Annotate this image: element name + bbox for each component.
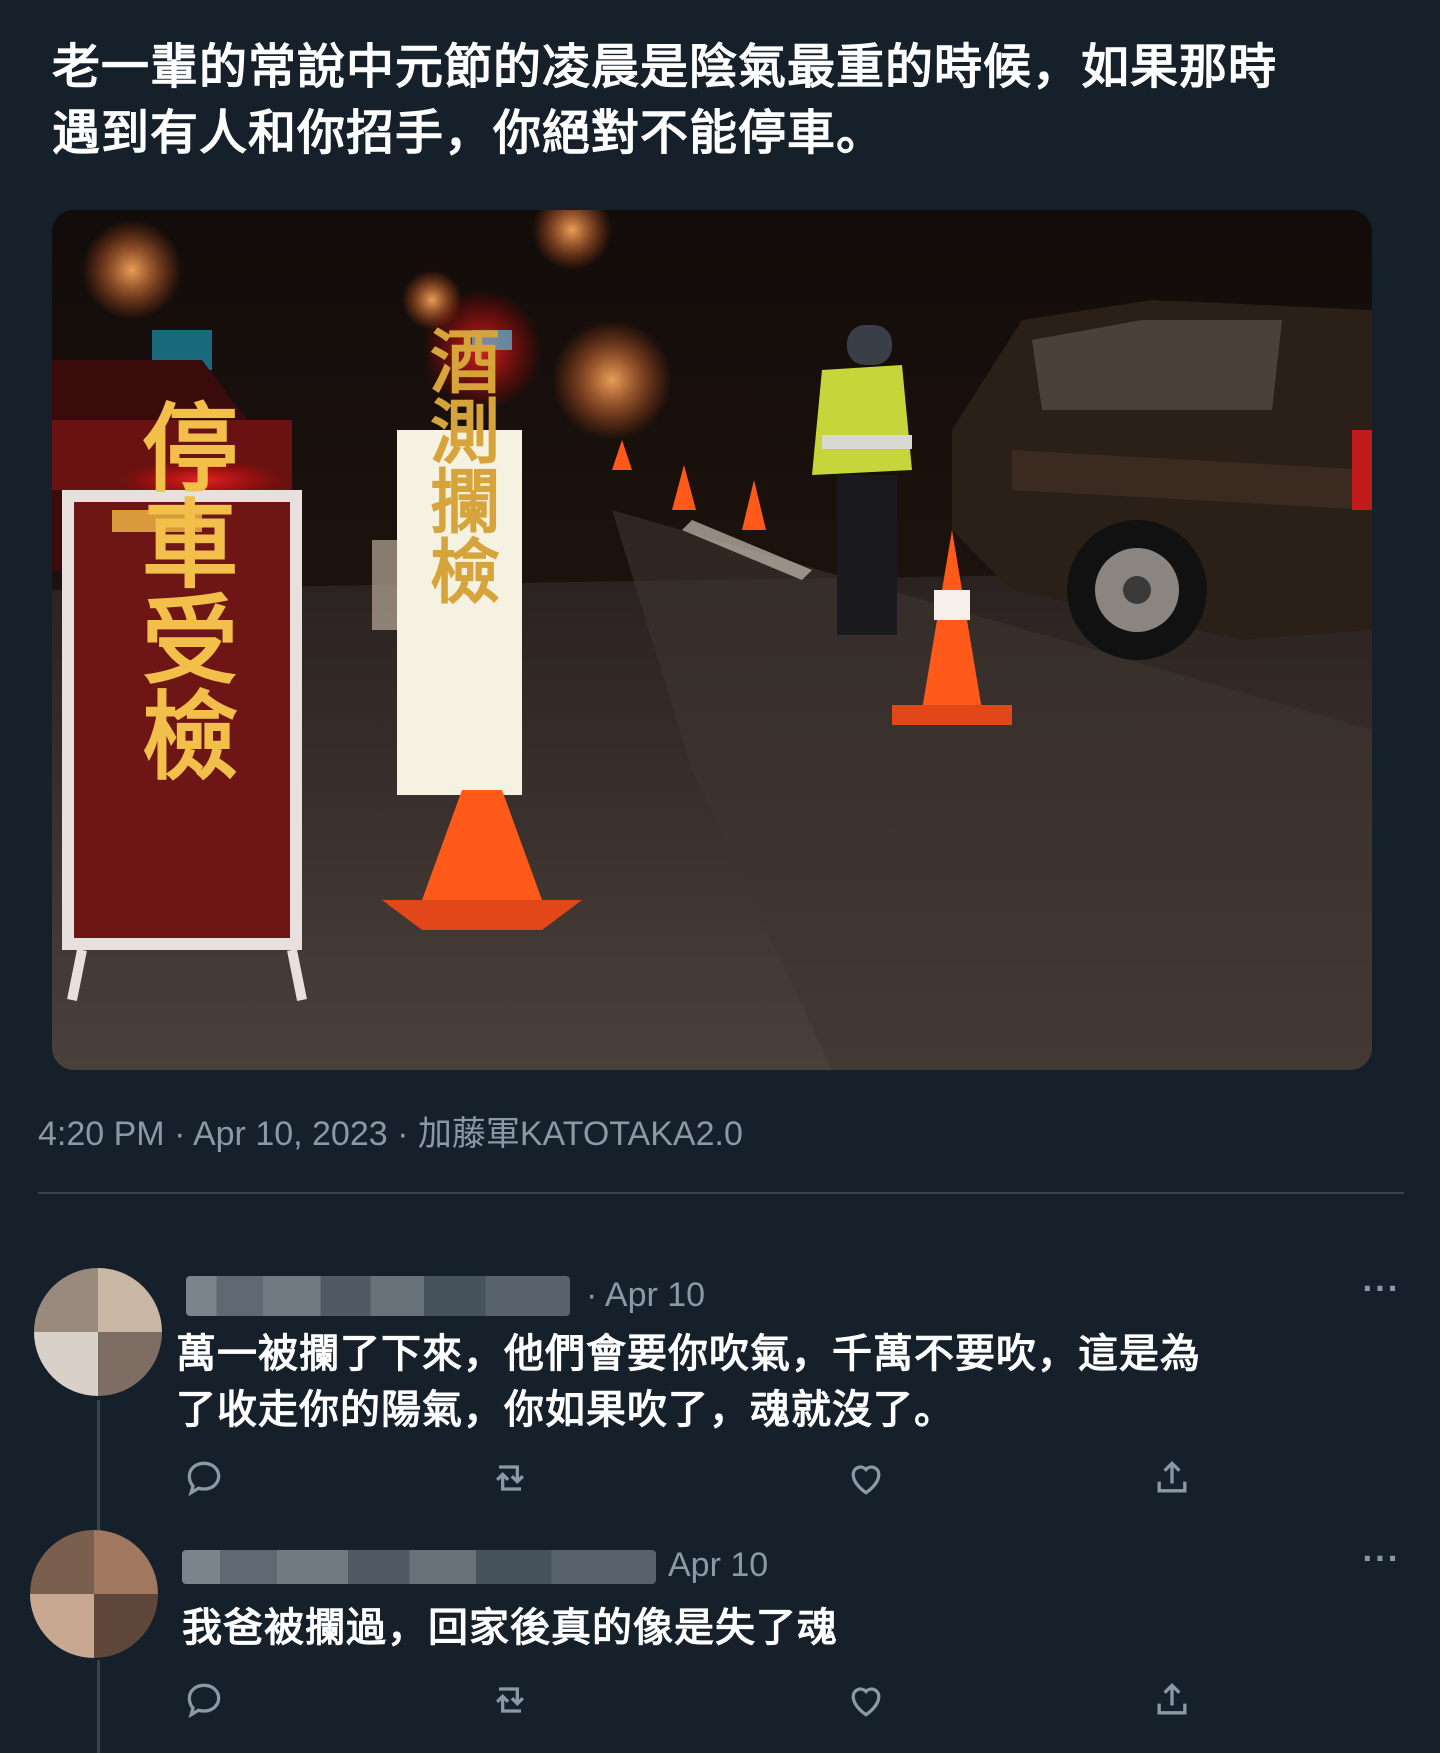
like-icon[interactable] [844, 1456, 888, 1500]
username-blurred[interactable] [186, 1276, 570, 1316]
more-options-icon[interactable]: ··· [1362, 1272, 1400, 1305]
reply-date[interactable]: · Apr 10 [586, 1276, 705, 1315]
divider [38, 1192, 1404, 1194]
police-checkpoint-photo: 停車受檢 酒測攔檢 [52, 210, 1372, 1070]
username-blurred[interactable] [182, 1550, 656, 1584]
reply-text: 萬一被攔了下來，他們會要你吹氣，千萬不要吹，這是為 了收走你的陽氣，你如果吹了，… [176, 1331, 1201, 1433]
thread-line [97, 1660, 100, 1753]
tweet-text: 老一輩的常說中元節的凌晨是陰氣最重的時候，如果那時 遇到有人和你招手，你絕對不能… [52, 39, 1278, 161]
tweet-photo[interactable]: 停車受檢 酒測攔檢 [52, 210, 1372, 1070]
share-icon[interactable] [1150, 1678, 1194, 1722]
sign-right-text: 酒測攔檢 [419, 325, 502, 605]
share-icon[interactable] [1150, 1456, 1194, 1500]
avatar[interactable] [34, 1268, 162, 1396]
retweet-icon[interactable] [488, 1456, 532, 1500]
reply-icon[interactable] [182, 1456, 226, 1500]
retweet-icon[interactable] [488, 1678, 532, 1722]
reply-icon[interactable] [182, 1678, 226, 1722]
reply-date[interactable]: Apr 10 [668, 1546, 768, 1585]
thread-line [97, 1400, 100, 1530]
reply-text: 我爸被攔過，回家後真的像是失了魂 [182, 1605, 838, 1651]
avatar[interactable] [30, 1530, 158, 1658]
tweet-timestamp[interactable]: 4:20 PM · Apr 10, 2023 · 加藤軍KATOTAKA2.0 [38, 1106, 743, 1155]
more-options-icon[interactable]: ··· [1362, 1542, 1400, 1575]
like-icon[interactable] [844, 1678, 888, 1722]
sign-left-text: 停車受檢 [126, 398, 239, 782]
